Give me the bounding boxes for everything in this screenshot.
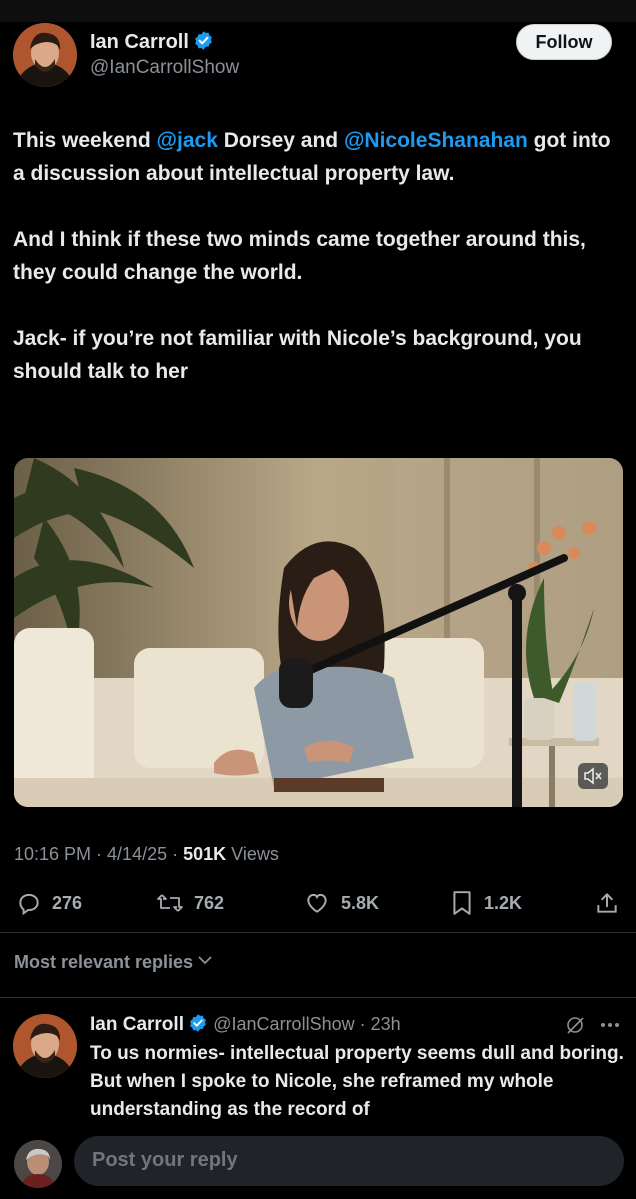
reply-action[interactable]: 276 — [16, 890, 82, 916]
like-action[interactable]: 5.8K — [303, 890, 379, 916]
replies-filter[interactable]: Most relevant replies — [14, 952, 213, 973]
tweet-video[interactable] — [14, 458, 623, 807]
tweet-text-segment: Dorsey and — [217, 129, 344, 152]
bookmark-icon — [450, 890, 474, 916]
bookmark-count: 1.2K — [484, 892, 523, 913]
reply-count: 276 — [52, 892, 83, 913]
verified-badge-icon — [193, 30, 214, 57]
repost-icon — [156, 890, 184, 916]
tweet-time[interactable]: 10:16 PM — [14, 844, 91, 864]
tweet-date[interactable]: 4/14/25 — [107, 844, 167, 864]
reply-author-name[interactable]: Ian Carroll — [90, 1014, 184, 1035]
mention-link-jack[interactable]: @jack — [157, 129, 218, 152]
tweet-paragraph-3: Jack- if you’re not familiar with Nicole… — [13, 327, 582, 383]
reply-author-avatar[interactable] — [13, 1014, 77, 1078]
reply-composer[interactable]: Post your reply — [74, 1136, 624, 1186]
author-name[interactable]: Ian Carroll — [90, 30, 214, 57]
repost-count: 762 — [194, 892, 225, 913]
reply-input[interactable]: Post your reply — [92, 1149, 238, 1172]
author-avatar[interactable] — [13, 23, 77, 87]
divider — [0, 932, 636, 933]
more-icon[interactable] — [598, 1014, 622, 1041]
divider — [0, 997, 636, 998]
reply-author-handle[interactable]: @IanCarrollShow — [213, 1014, 354, 1034]
follow-button[interactable]: Follow — [516, 24, 612, 60]
tweet-paragraph-1: This weekend @jack Dorsey and @NicoleSha… — [13, 124, 623, 190]
reply-header: Ian Carroll @IanCarrollShow · 23h — [90, 1013, 401, 1039]
author-name-text[interactable]: Ian Carroll — [90, 31, 189, 53]
views-label: Views — [231, 844, 279, 864]
reply-text: To us normies- intellectual property see… — [90, 1043, 624, 1120]
tweet-text-segment: This weekend — [13, 129, 157, 152]
views-count: 501K — [183, 844, 227, 864]
tweet-meta: 10:16 PM · 4/14/25 · 501K Views — [14, 844, 279, 864]
tweet-paragraph-2: And I think if these two minds came toge… — [13, 228, 586, 284]
chevron-down-icon — [197, 952, 213, 973]
mention-link-nicole[interactable]: @NicoleShanahan — [344, 129, 528, 152]
tweet-text: This weekend @jack Dorsey and @NicoleSha… — [13, 124, 623, 421]
reply-icon — [16, 890, 42, 916]
mute-icon[interactable] — [578, 763, 608, 789]
like-icon — [303, 890, 331, 916]
bookmark-action[interactable]: 1.2K — [450, 890, 522, 916]
repost-action[interactable]: 762 — [156, 890, 224, 916]
share-icon[interactable] — [594, 890, 620, 921]
like-count: 5.8K — [341, 892, 380, 913]
current-user-avatar[interactable] — [14, 1140, 62, 1188]
replies-filter-label: Most relevant replies — [14, 952, 194, 972]
grok-icon[interactable] — [564, 1014, 586, 1041]
top-strip — [0, 0, 636, 22]
reply-age[interactable]: 23h — [371, 1014, 401, 1034]
verified-badge-icon — [188, 1013, 208, 1039]
author-handle[interactable]: @IanCarrollShow — [90, 57, 239, 79]
